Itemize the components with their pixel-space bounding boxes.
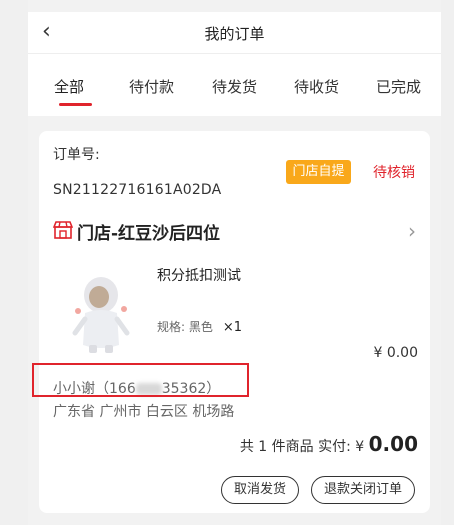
order-total: 共 1 件商品 实付: ¥ 0.00 (240, 432, 418, 456)
product-price: ¥ 0.00 (373, 345, 418, 361)
chevron-right-icon: › (408, 219, 416, 243)
order-number: SN21122716161A02DA (53, 182, 222, 198)
currency-symbol: ¥ (355, 439, 365, 455)
pickup-badge: 门店自提 (286, 160, 351, 184)
order-number-label: 订单号: (53, 147, 100, 163)
summary-text: 共 1 件商品 实付: (239, 439, 351, 455)
store-name: 门店-红豆沙后四位 (77, 224, 221, 244)
highlight-box (32, 363, 249, 397)
tab-pending-shipment[interactable]: 待发货 (212, 76, 257, 97)
store-row[interactable]: 门店-红豆沙后四位 › (53, 219, 416, 244)
active-tab-indicator (59, 103, 92, 106)
cancel-shipment-button[interactable]: 取消发货 (221, 476, 299, 504)
page-title: 我的订单 (204, 25, 265, 43)
refund-close-order-button[interactable]: 退款关闭订单 (311, 476, 415, 504)
phone-screen: ‹ 我的订单 全部 待付款 待发货 待收货 已完成 订单号: SN2112271… (28, 0, 441, 525)
tab-pending-payment[interactable]: 待付款 (129, 76, 174, 97)
tab-all[interactable]: 全部 (54, 76, 84, 97)
order-status: 待核销 (373, 165, 415, 181)
order-card[interactable]: 订单号: SN21122716161A02DA 门店自提 待核销 门店-红豆沙后… (32, 131, 430, 513)
order-tabs: 全部 待付款 待发货 待收货 已完成 (28, 54, 441, 116)
product-name: 积分抵扣测试 (157, 268, 241, 284)
navbar: ‹ 我的订单 (28, 12, 441, 54)
tab-completed[interactable]: 已完成 (376, 76, 421, 97)
total-amount: 0.00 (368, 432, 418, 456)
shipping-address: 广东省 广州市 白云区 机场路 (53, 404, 235, 420)
tab-pending-receipt[interactable]: 待收货 (294, 76, 339, 97)
product-spec: 规格: 黑色 ×1 (157, 318, 242, 335)
product-thumbnail[interactable] (61, 267, 141, 357)
store-icon (53, 221, 73, 239)
spec-text: 规格: 黑色 (157, 320, 213, 334)
product-quantity: ×1 (222, 320, 243, 335)
